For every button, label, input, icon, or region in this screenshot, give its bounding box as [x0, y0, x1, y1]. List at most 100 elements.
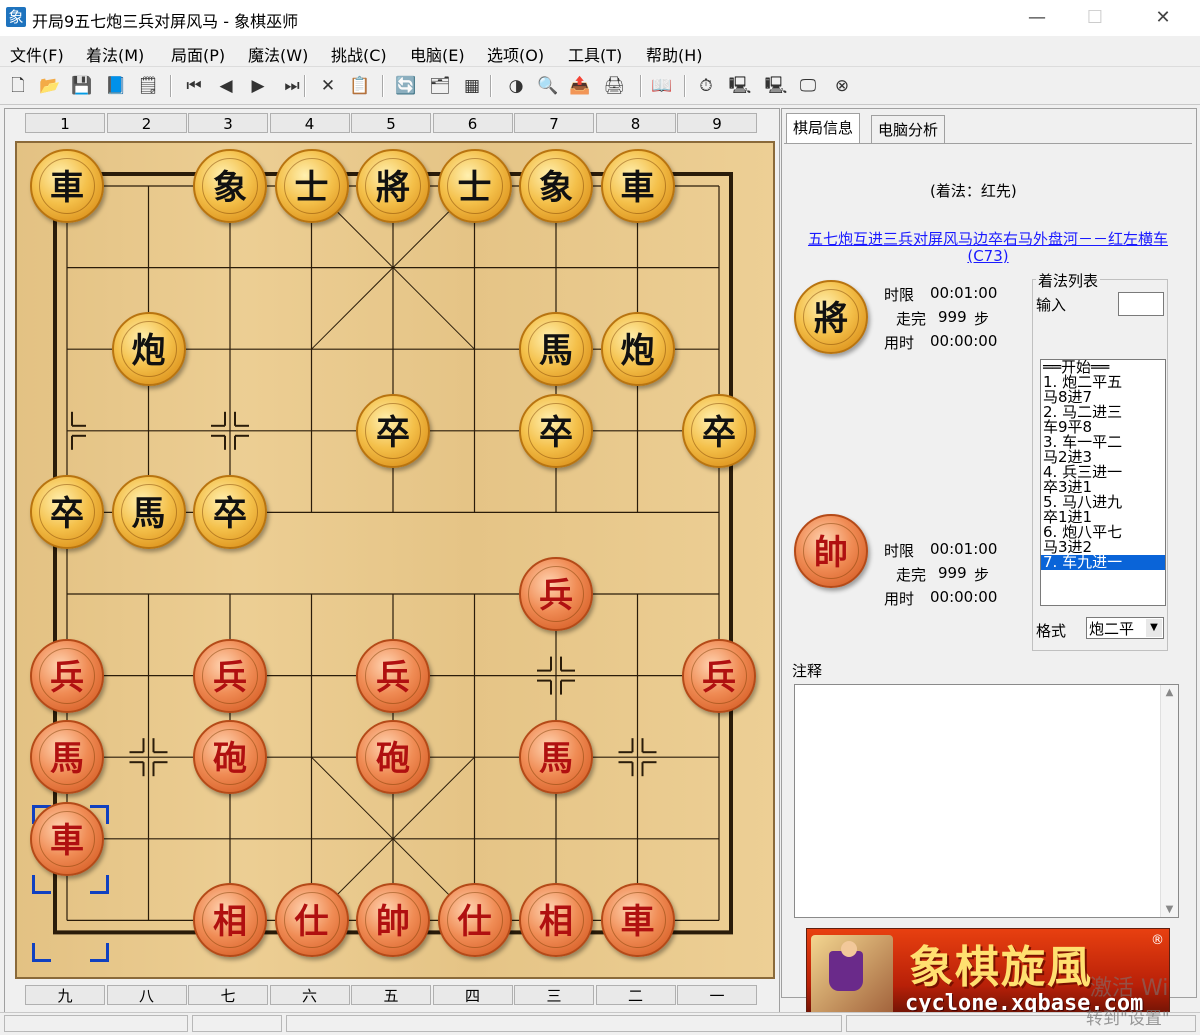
black-cannon[interactable]: 炮: [600, 312, 675, 387]
delete-icon[interactable]: ✕: [316, 74, 340, 98]
black-time-limit: 00:01:00: [930, 284, 998, 302]
board-grid-icon[interactable]: ▦: [460, 74, 484, 98]
red-horse[interactable]: 馬: [30, 720, 104, 795]
black-elephant[interactable]: 象: [519, 149, 593, 223]
search-icon[interactable]: 🔍: [536, 74, 560, 98]
black-soldier[interactable]: 卒: [30, 475, 104, 550]
red-elephant[interactable]: 相: [193, 883, 267, 958]
menu-file[interactable]: 文件(F): [10, 42, 64, 66]
red-soldier[interactable]: 兵: [356, 638, 430, 713]
tab-game-info[interactable]: 棋局信息: [786, 113, 861, 145]
red-advisor[interactable]: 仕: [274, 883, 349, 958]
red-soldier[interactable]: 兵: [30, 638, 104, 713]
notes-textarea[interactable]: ▲ ▼: [794, 684, 1179, 918]
move-list-title: 着法列表: [1036, 270, 1101, 291]
monitor-icon[interactable]: 🖵: [796, 74, 820, 98]
black-moves-unit: 步: [974, 310, 990, 328]
black-soldier[interactable]: 卒: [519, 393, 593, 468]
board-grid: [53, 172, 733, 935]
flip-board-icon[interactable]: 🔄: [394, 74, 418, 98]
red-advisor[interactable]: 仕: [437, 883, 512, 958]
red-elephant[interactable]: 相: [519, 883, 593, 958]
minimize-button[interactable]: —: [1014, 0, 1060, 36]
menu-position[interactable]: 局面(P): [171, 42, 225, 66]
column-number-top: 4: [269, 113, 350, 133]
black-elephant[interactable]: 象: [193, 149, 267, 223]
red-soldier[interactable]: 兵: [519, 557, 593, 631]
red-cannon[interactable]: 砲: [193, 720, 267, 795]
save-icon[interactable]: 💾: [70, 74, 94, 98]
export-icon[interactable]: 📤: [568, 74, 592, 98]
engine-2-icon[interactable]: 🖳: [764, 74, 788, 98]
menu-moves[interactable]: 着法(M): [86, 42, 144, 66]
close-button[interactable]: ✕: [1140, 0, 1186, 36]
maximize-button[interactable]: ☐: [1072, 0, 1118, 36]
move-list[interactable]: ══开始══ 1. 炮二平五 马8进7 2. 马二进三 车9平8 3. 车一平二 马2…: [1040, 359, 1166, 606]
black-chariot[interactable]: 車: [30, 149, 104, 223]
paste-icon[interactable]: 📋: [348, 74, 372, 98]
opening-link[interactable]: 五七炮互进三兵对屏风马边卒右马外盘河－－红左横车(C73): [792, 231, 1184, 265]
red-cannon[interactable]: 砲: [356, 720, 430, 795]
print-icon[interactable]: 🖨: [602, 74, 626, 98]
black-time-limit-label: 时限: [884, 286, 915, 304]
black-soldier[interactable]: 卒: [356, 393, 430, 468]
prev-move-icon[interactable]: ◀: [214, 74, 238, 98]
move-input-field[interactable]: [1118, 292, 1164, 316]
move-tree-icon[interactable]: 🗂: [428, 74, 452, 98]
manual-icon[interactable]: 📖: [650, 74, 674, 98]
black-advisor[interactable]: 士: [437, 149, 512, 223]
notes-scrollbar[interactable]: ▲ ▼: [1160, 685, 1178, 917]
black-horse[interactable]: 馬: [519, 312, 593, 387]
menu-magic[interactable]: 魔法(W): [248, 42, 308, 66]
red-soldier[interactable]: 兵: [193, 638, 267, 713]
engine-1-icon[interactable]: 🖳: [728, 74, 752, 98]
menu-computer[interactable]: 电脑(E): [410, 42, 465, 66]
column-number-bottom: 九: [25, 985, 105, 1005]
column-number-bottom: 二: [595, 985, 676, 1005]
red-chariot[interactable]: 車: [600, 883, 675, 958]
red-general[interactable]: 帥: [356, 883, 430, 958]
black-soldier[interactable]: 卒: [682, 393, 756, 468]
last-move-icon[interactable]: ⏭: [280, 74, 304, 98]
red-moves: 999: [938, 564, 967, 582]
black-soldier[interactable]: 卒: [193, 475, 267, 550]
title-bar: 象 开局9五七炮三兵对屏风马 - 象棋巫师 — ☐ ✕: [0, 0, 1200, 36]
column-number-bottom: 八: [106, 985, 187, 1005]
timer-icon[interactable]: ⏱: [694, 74, 718, 98]
new-file-icon[interactable]: 🗋: [6, 74, 30, 98]
properties-icon[interactable]: 🗒: [136, 74, 160, 98]
tab-computer-analysis[interactable]: 电脑分析: [871, 115, 946, 144]
menu-tools[interactable]: 工具(T): [568, 42, 622, 66]
selection-corner-br: [90, 875, 109, 894]
stop-icon[interactable]: ⊗: [830, 74, 854, 98]
scroll-down-icon[interactable]: ▼: [1161, 904, 1178, 915]
black-horse[interactable]: 馬: [111, 475, 186, 550]
column-number-bottom: 三: [514, 985, 594, 1005]
red-chariot[interactable]: 車: [30, 801, 104, 876]
xiangqi-board[interactable]: 車象士將士象車炮馬炮卒卒卒卒馬卒兵兵兵兵兵馬砲砲馬車相仕帥仕相車: [15, 141, 775, 979]
column-number-bottom: 一: [677, 985, 757, 1005]
menu-help[interactable]: 帮助(H): [646, 42, 703, 66]
column-number-top: 5: [351, 113, 431, 133]
black-chariot[interactable]: 車: [600, 149, 675, 223]
red-horse[interactable]: 馬: [519, 720, 593, 795]
black-advisor[interactable]: 士: [274, 149, 349, 223]
red-soldier[interactable]: 兵: [682, 638, 756, 713]
menu-options[interactable]: 选项(O): [487, 42, 544, 66]
next-move-icon[interactable]: ▶: [246, 74, 270, 98]
menu-challenge[interactable]: 挑战(C): [331, 42, 387, 66]
black-cannon[interactable]: 炮: [111, 312, 186, 387]
format-select[interactable]: 炮二平 ▼: [1086, 617, 1164, 639]
black-general[interactable]: 將: [356, 149, 430, 223]
color-wheel-icon[interactable]: ◑: [504, 74, 528, 98]
app-icon: 象: [6, 7, 26, 27]
scroll-up-icon[interactable]: ▲: [1161, 687, 1178, 698]
first-move-icon[interactable]: ⏮: [182, 74, 206, 98]
status-cell-3: [286, 1015, 842, 1032]
notes-label: 注释: [792, 662, 823, 680]
column-number-top: 3: [188, 113, 268, 133]
book-icon[interactable]: 📘: [104, 74, 128, 98]
move-list-item[interactable]: 7. 车九进一: [1041, 555, 1165, 570]
column-number-top: 9: [677, 113, 757, 133]
open-folder-icon[interactable]: 📂: [38, 74, 62, 98]
